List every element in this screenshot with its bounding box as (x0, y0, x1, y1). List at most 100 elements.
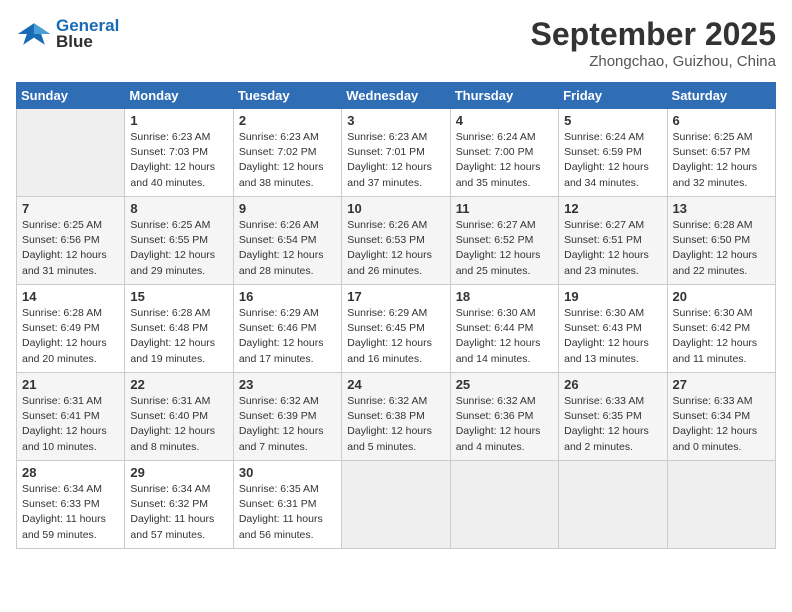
day-number: 14 (22, 289, 119, 304)
calendar-cell: 1Sunrise: 6:23 AM Sunset: 7:03 PM Daylig… (125, 109, 233, 197)
calendar-week-row: 1Sunrise: 6:23 AM Sunset: 7:03 PM Daylig… (17, 109, 776, 197)
calendar-cell: 6 Sunrise: 6:25 AM Sunset: 6:57 PM Daylig… (667, 109, 775, 197)
logo: General Blue (16, 16, 119, 52)
day-info: Sunrise: 6:25 AM Sunset: 6:57 PM Dayligh… (673, 130, 770, 191)
day-number: 1 (130, 113, 227, 128)
day-info: Sunrise: 6:34 AM Sunset: 6:32 PM Dayligh… (130, 482, 227, 543)
logo-text: General Blue (56, 16, 119, 52)
day-number: 4 (456, 113, 553, 128)
day-of-week-header: Sunday (17, 83, 125, 109)
day-number: 7 (22, 201, 119, 216)
calendar-cell: 22Sunrise: 6:31 AM Sunset: 6:40 PM Dayli… (125, 373, 233, 461)
day-info: Sunrise: 6:25 AM Sunset: 6:55 PM Dayligh… (130, 218, 227, 279)
day-info: Sunrise: 6:33 AM Sunset: 6:35 PM Dayligh… (564, 394, 661, 455)
day-number: 25 (456, 377, 553, 392)
calendar-cell (342, 461, 450, 549)
day-info: Sunrise: 6:32 AM Sunset: 6:39 PM Dayligh… (239, 394, 336, 455)
calendar-cell: 10 Sunrise: 6:26 AM Sunset: 6:53 PM Dayli… (342, 197, 450, 285)
calendar-cell: 30 Sunrise: 6:35 AM Sunset: 6:31 PM Dayli… (233, 461, 341, 549)
day-info: Sunrise: 6:33 AM Sunset: 6:34 PM Dayligh… (673, 394, 770, 455)
day-info: Sunrise: 6:24 AM Sunset: 7:00 PM Dayligh… (456, 130, 553, 191)
day-number: 27 (673, 377, 770, 392)
day-number: 3 (347, 113, 444, 128)
calendar-cell: 28 Sunrise: 6:34 AM Sunset: 6:33 PM Dayli… (17, 461, 125, 549)
calendar-cell: 14Sunrise: 6:28 AM Sunset: 6:49 PM Dayli… (17, 285, 125, 373)
calendar-cell: 5 Sunrise: 6:24 AM Sunset: 6:59 PM Daylig… (559, 109, 667, 197)
page-header: General Blue September 2025 Zhongchao, G… (16, 16, 776, 70)
calendar-cell (667, 461, 775, 549)
day-info: Sunrise: 6:34 AM Sunset: 6:33 PM Dayligh… (22, 482, 119, 543)
day-number: 15 (130, 289, 227, 304)
calendar-cell: 23Sunrise: 6:32 AM Sunset: 6:39 PM Dayli… (233, 373, 341, 461)
day-info: Sunrise: 6:32 AM Sunset: 6:38 PM Dayligh… (347, 394, 444, 455)
calendar-cell: 16Sunrise: 6:29 AM Sunset: 6:46 PM Dayli… (233, 285, 341, 373)
day-of-week-header: Friday (559, 83, 667, 109)
day-number: 13 (673, 201, 770, 216)
day-of-week-header: Tuesday (233, 83, 341, 109)
calendar-cell: 29Sunrise: 6:34 AM Sunset: 6:32 PM Dayli… (125, 461, 233, 549)
day-number: 28 (22, 465, 119, 480)
calendar-cell: 25 Sunrise: 6:32 AM Sunset: 6:36 PM Dayli… (450, 373, 558, 461)
calendar-cell: 24 Sunrise: 6:32 AM Sunset: 6:38 PM Dayli… (342, 373, 450, 461)
day-number: 6 (673, 113, 770, 128)
title-block: September 2025 Zhongchao, Guizhou, China (531, 16, 776, 70)
day-number: 22 (130, 377, 227, 392)
day-number: 18 (456, 289, 553, 304)
location: Zhongchao, Guizhou, China (531, 53, 776, 70)
calendar-cell: 17 Sunrise: 6:29 AM Sunset: 6:45 PM Dayli… (342, 285, 450, 373)
day-number: 8 (130, 201, 227, 216)
day-info: Sunrise: 6:30 AM Sunset: 6:43 PM Dayligh… (564, 306, 661, 367)
day-info: Sunrise: 6:28 AM Sunset: 6:50 PM Dayligh… (673, 218, 770, 279)
calendar-cell: 19Sunrise: 6:30 AM Sunset: 6:43 PM Dayli… (559, 285, 667, 373)
calendar-cell: 9 Sunrise: 6:26 AM Sunset: 6:54 PM Daylig… (233, 197, 341, 285)
day-number: 9 (239, 201, 336, 216)
day-number: 30 (239, 465, 336, 480)
day-number: 21 (22, 377, 119, 392)
calendar-cell: 20 Sunrise: 6:30 AM Sunset: 6:42 PM Dayli… (667, 285, 775, 373)
day-of-week-header: Thursday (450, 83, 558, 109)
calendar-cell (450, 461, 558, 549)
calendar-cell: 7 Sunrise: 6:25 AM Sunset: 6:56 PM Daylig… (17, 197, 125, 285)
calendar-cell (559, 461, 667, 549)
day-info: Sunrise: 6:32 AM Sunset: 6:36 PM Dayligh… (456, 394, 553, 455)
day-info: Sunrise: 6:25 AM Sunset: 6:56 PM Dayligh… (22, 218, 119, 279)
calendar-cell: 13 Sunrise: 6:28 AM Sunset: 6:50 PM Dayli… (667, 197, 775, 285)
day-info: Sunrise: 6:23 AM Sunset: 7:02 PM Dayligh… (239, 130, 336, 191)
month-title: September 2025 (531, 16, 776, 53)
day-info: Sunrise: 6:30 AM Sunset: 6:42 PM Dayligh… (673, 306, 770, 367)
day-of-week-header: Saturday (667, 83, 775, 109)
calendar-cell: 2Sunrise: 6:23 AM Sunset: 7:02 PM Daylig… (233, 109, 341, 197)
calendar-cell (17, 109, 125, 197)
day-number: 10 (347, 201, 444, 216)
day-number: 26 (564, 377, 661, 392)
day-info: Sunrise: 6:26 AM Sunset: 6:53 PM Dayligh… (347, 218, 444, 279)
day-number: 5 (564, 113, 661, 128)
day-number: 24 (347, 377, 444, 392)
calendar-cell: 15Sunrise: 6:28 AM Sunset: 6:48 PM Dayli… (125, 285, 233, 373)
calendar-cell: 26 Sunrise: 6:33 AM Sunset: 6:35 PM Dayli… (559, 373, 667, 461)
day-info: Sunrise: 6:29 AM Sunset: 6:45 PM Dayligh… (347, 306, 444, 367)
calendar-cell: 18Sunrise: 6:30 AM Sunset: 6:44 PM Dayli… (450, 285, 558, 373)
day-info: Sunrise: 6:23 AM Sunset: 7:01 PM Dayligh… (347, 130, 444, 191)
calendar-cell: 3 Sunrise: 6:23 AM Sunset: 7:01 PM Daylig… (342, 109, 450, 197)
calendar-cell: 11Sunrise: 6:27 AM Sunset: 6:52 PM Dayli… (450, 197, 558, 285)
calendar-cell: 4 Sunrise: 6:24 AM Sunset: 7:00 PM Daylig… (450, 109, 558, 197)
day-info: Sunrise: 6:26 AM Sunset: 6:54 PM Dayligh… (239, 218, 336, 279)
day-info: Sunrise: 6:24 AM Sunset: 6:59 PM Dayligh… (564, 130, 661, 191)
calendar-week-row: 28 Sunrise: 6:34 AM Sunset: 6:33 PM Dayli… (17, 461, 776, 549)
day-info: Sunrise: 6:27 AM Sunset: 6:51 PM Dayligh… (564, 218, 661, 279)
calendar-cell: 12Sunrise: 6:27 AM Sunset: 6:51 PM Dayli… (559, 197, 667, 285)
calendar-cell: 21 Sunrise: 6:31 AM Sunset: 6:41 PM Dayli… (17, 373, 125, 461)
day-number: 16 (239, 289, 336, 304)
day-number: 17 (347, 289, 444, 304)
calendar-header-row: SundayMondayTuesdayWednesdayThursdayFrid… (17, 83, 776, 109)
day-info: Sunrise: 6:27 AM Sunset: 6:52 PM Dayligh… (456, 218, 553, 279)
logo-icon (16, 16, 52, 52)
day-info: Sunrise: 6:35 AM Sunset: 6:31 PM Dayligh… (239, 482, 336, 543)
calendar-week-row: 7 Sunrise: 6:25 AM Sunset: 6:56 PM Daylig… (17, 197, 776, 285)
day-number: 20 (673, 289, 770, 304)
calendar-cell: 27 Sunrise: 6:33 AM Sunset: 6:34 PM Dayli… (667, 373, 775, 461)
day-of-week-header: Wednesday (342, 83, 450, 109)
calendar-week-row: 21 Sunrise: 6:31 AM Sunset: 6:41 PM Dayli… (17, 373, 776, 461)
day-info: Sunrise: 6:31 AM Sunset: 6:41 PM Dayligh… (22, 394, 119, 455)
